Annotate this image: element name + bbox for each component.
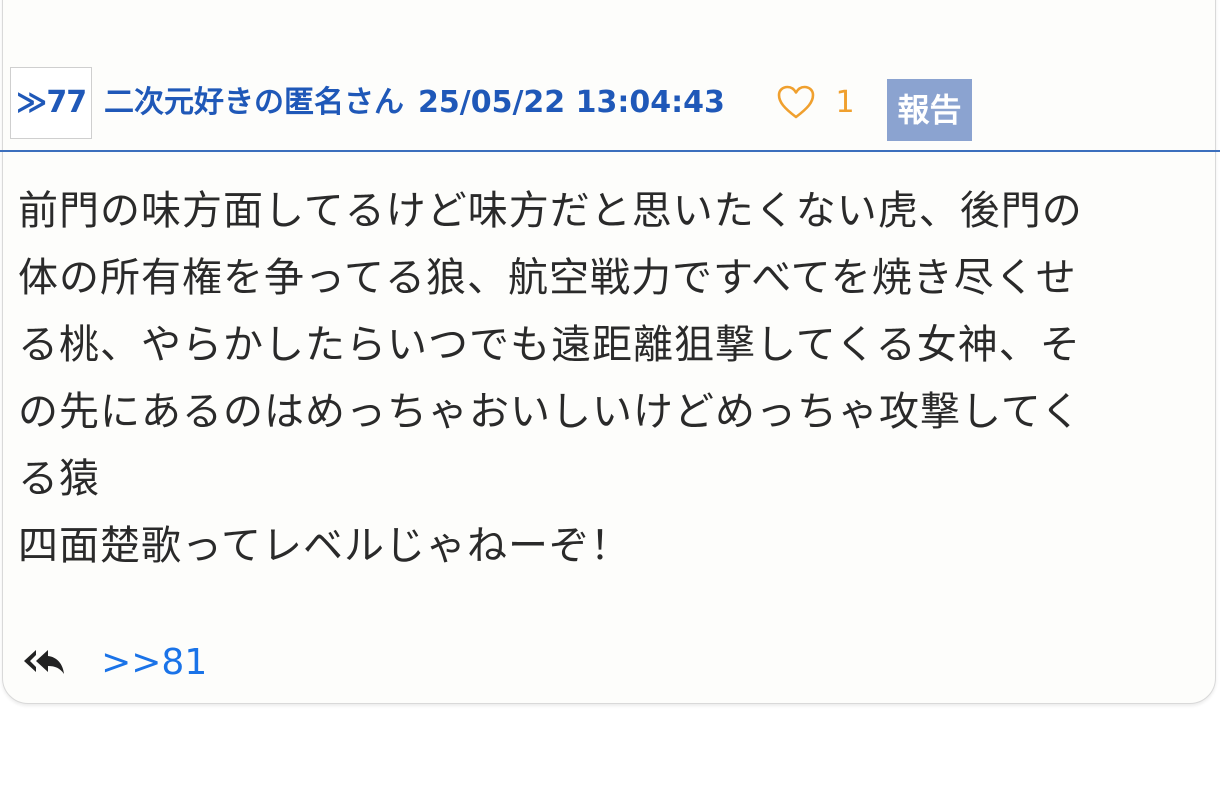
reply-all-icon[interactable] xyxy=(22,644,66,682)
poster-name: 二次元好きの匿名さん xyxy=(104,85,404,120)
post-meta: 二次元好きの匿名さん 25/05/22 13:04:43 xyxy=(104,67,725,139)
post-body-line: の先にあるのはめっちゃおいしいけどめっちゃ攻撃してく xyxy=(18,389,1082,435)
post-body-line: る猿 xyxy=(18,456,100,502)
like-count: 1 xyxy=(835,85,855,120)
report-button[interactable]: 報告 xyxy=(887,79,972,141)
reply-link[interactable]: >>81 xyxy=(101,640,207,686)
post-timestamp: 25/05/22 13:04:43 xyxy=(418,85,725,120)
heart-outline-icon xyxy=(777,85,815,118)
post-number-button[interactable]: ≫77 xyxy=(10,67,92,139)
like-button[interactable]: 1 xyxy=(776,67,855,139)
page: ≫77 二次元好きの匿名さん 25/05/22 13:04:43 1 報告 前門の… xyxy=(0,0,1220,795)
post-body-line: 体の所有権を争ってる狼、航空戦力ですべてを焼き尽くせ xyxy=(18,255,1077,301)
post-body-line: る桃、やらかしたらいつでも遠距離狙撃してくる女神、そ xyxy=(18,322,1081,368)
post-footer: >>81 xyxy=(22,640,207,690)
post-body-line: 四面楚歌ってレベルじゃねーぞ！ xyxy=(18,523,631,569)
post-body-line: 前門の味方面してるけど味方だと思いたくない虎、後門の xyxy=(18,188,1083,234)
post-body: 前門の味方面してるけど味方だと思いたくない虎、後門の 体の所有権を争ってる狼、航… xyxy=(18,178,1203,580)
post-header: ≫77 二次元好きの匿名さん 25/05/22 13:04:43 1 報告 xyxy=(0,62,1220,152)
